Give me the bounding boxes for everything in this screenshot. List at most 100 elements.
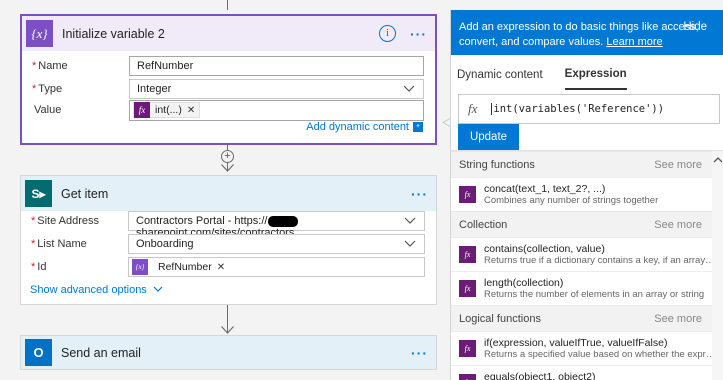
- hide-button[interactable]: Hide: [683, 20, 707, 35]
- arrow-down-icon: [221, 164, 234, 172]
- function-section-header: String functions See more: [451, 151, 723, 177]
- function-name: contains(collection, value): [484, 242, 605, 255]
- fx-icon: fx: [459, 246, 476, 263]
- tab-dynamic-content[interactable]: Dynamic content: [457, 59, 543, 89]
- id-label: Id: [37, 261, 47, 273]
- chevron-down-icon: [404, 217, 416, 224]
- more-options-button[interactable]: ···: [411, 186, 428, 202]
- show-advanced-options-link[interactable]: Show advanced options: [30, 284, 163, 296]
- fx-icon: fx: [459, 186, 476, 203]
- list-name-label: List Name: [37, 238, 87, 250]
- function-name: length(collection): [484, 276, 564, 289]
- show-advanced-label: Show advanced options: [30, 284, 147, 296]
- site-address-dropdown[interactable]: Contractors Portal - https://sharepoint.…: [128, 211, 425, 239]
- function-item[interactable]: fx equals(object1, object2)Returns true i…: [451, 365, 723, 380]
- function-item[interactable]: fx contains(collection, value) Returns tru…: [451, 237, 723, 271]
- fx-icon: fx: [459, 340, 476, 357]
- scrollbar[interactable]: [712, 151, 723, 380]
- tab-expression[interactable]: Expression: [564, 58, 627, 90]
- card-header[interactable]: {x} Initialize variable 2 i ···: [22, 16, 435, 51]
- value-input[interactable]: fx int(...) ✕: [129, 100, 424, 121]
- id-row: * Id {x} RefNumber ✕: [21, 257, 436, 279]
- function-list: String functions See more fx concat(text_1,…: [451, 150, 723, 380]
- list-name-dropdown[interactable]: Onboarding: [128, 234, 425, 254]
- see-more-link[interactable]: See more: [654, 219, 702, 231]
- function-text: contains(collection, value) Returns true …: [484, 243, 716, 267]
- section-title: Collection: [459, 218, 508, 231]
- outlook-icon: O: [25, 339, 52, 366]
- fx-icon: fx: [134, 102, 150, 118]
- variable-icon: {x}: [132, 259, 148, 275]
- send-email-card: O Send an email ···: [20, 335, 437, 370]
- remove-token-icon[interactable]: ✕: [217, 262, 229, 273]
- function-name: if(expression, valueIfTrue, valueIfFalse…: [484, 336, 668, 349]
- site-address-row: * Site Address Contractors Portal - https…: [21, 211, 436, 239]
- get-item-card: S▸ Get item ··· * Site Address Contractor…: [20, 175, 437, 305]
- token-label: RefNumber: [158, 261, 212, 273]
- chevron-down-icon: [404, 240, 416, 247]
- type-field-row: * Type Integer: [22, 79, 435, 101]
- panel-banner: Add an expression to do basic things lik…: [451, 10, 723, 55]
- remove-token-icon[interactable]: ✕: [187, 105, 199, 116]
- learn-more-link[interactable]: Learn more: [606, 36, 662, 48]
- expression-input[interactable]: fx int(variables('Reference')): [458, 94, 720, 124]
- expression-text: int(variables('Reference')): [491, 103, 665, 115]
- name-input[interactable]: RefNumber: [129, 56, 424, 76]
- card-header[interactable]: S▸ Get item ···: [21, 176, 436, 211]
- section-title: String functions: [459, 158, 535, 171]
- type-label: Type: [38, 83, 63, 95]
- function-description: Returns the number of elements in an arr…: [484, 288, 705, 300]
- id-input[interactable]: {x} RefNumber ✕: [128, 257, 425, 277]
- list-name-value: Onboarding: [136, 238, 194, 250]
- see-more-link[interactable]: See more: [654, 313, 702, 325]
- add-dynamic-content-link[interactable]: Add dynamic content +: [306, 121, 423, 133]
- variable-icon: {x}: [26, 20, 53, 47]
- name-field-row: * Name RefNumber: [22, 56, 435, 78]
- function-item[interactable]: fx concat(text_1, text_2?, ...) Combines a…: [451, 177, 723, 211]
- value-field-row: Value fx int(...) ✕: [22, 100, 435, 122]
- more-options-button[interactable]: ···: [410, 26, 427, 42]
- fx-icon: fx: [468, 101, 478, 116]
- function-name: concat(text_1, text_2?, ...): [484, 182, 606, 195]
- card-title: Initialize variable 2: [62, 26, 165, 41]
- token-label: int(...): [155, 104, 182, 116]
- type-value: Integer: [137, 83, 172, 95]
- redacted-block: [268, 215, 299, 227]
- expression-token[interactable]: fx int(...) ✕: [133, 102, 201, 118]
- fx-icon: fx: [459, 374, 476, 380]
- info-icon[interactable]: i: [379, 25, 396, 42]
- add-dynamic-label: Add dynamic content: [306, 121, 409, 133]
- function-description: Returns true if a dictionary contains a …: [484, 254, 716, 266]
- function-section-header: Logical functions See more: [451, 305, 723, 331]
- function-item[interactable]: fx if(expression, valueIfTrue, valueIfFal…: [451, 331, 723, 365]
- card-header[interactable]: O Send an email ···: [21, 336, 436, 369]
- list-name-row: * List Name Onboarding: [21, 234, 436, 256]
- add-step-icon[interactable]: +: [221, 150, 234, 163]
- chevron-down-icon: [153, 286, 163, 292]
- initialize-variable-card: {x} Initialize variable 2 i ··· * Name Re…: [20, 14, 437, 145]
- variable-token[interactable]: {x} RefNumber ✕: [132, 259, 230, 275]
- expression-panel: Add an expression to do basic things lik…: [450, 10, 723, 380]
- panel-tabs: Dynamic content Expression: [451, 55, 723, 93]
- function-description: Returns a specified value based on wheth…: [484, 348, 716, 360]
- more-options-button[interactable]: ···: [411, 345, 428, 361]
- arrow-down-icon: [221, 326, 234, 334]
- function-text: concat(text_1, text_2?, ...) Combines any…: [484, 183, 658, 207]
- card-title: Get item: [61, 186, 109, 201]
- chevron-up-icon[interactable]: [712, 154, 723, 166]
- type-dropdown[interactable]: Integer: [129, 79, 424, 99]
- function-item[interactable]: fx length(collection) Returns the number o…: [451, 271, 723, 305]
- name-label: Name: [38, 60, 68, 72]
- site-address-label: Site Address: [37, 215, 100, 227]
- connector-line: [227, 0, 228, 10]
- function-name: equals(object1, object2): [484, 370, 596, 380]
- see-more-link[interactable]: See more: [654, 159, 702, 171]
- update-button[interactable]: Update: [458, 124, 519, 150]
- function-text: length(collection) Returns the number of …: [484, 277, 704, 301]
- site-address-prefix: Contractors Portal - https://: [136, 215, 268, 227]
- function-text: equals(object1, object2)Returns true if …: [484, 371, 633, 380]
- function-text: if(expression, valueIfTrue, valueIfFalse…: [484, 337, 716, 361]
- function-section-header: Collection See more: [451, 211, 723, 237]
- banner-text: Add an expression to do basic things lik…: [459, 21, 699, 48]
- fx-icon: fx: [459, 280, 476, 297]
